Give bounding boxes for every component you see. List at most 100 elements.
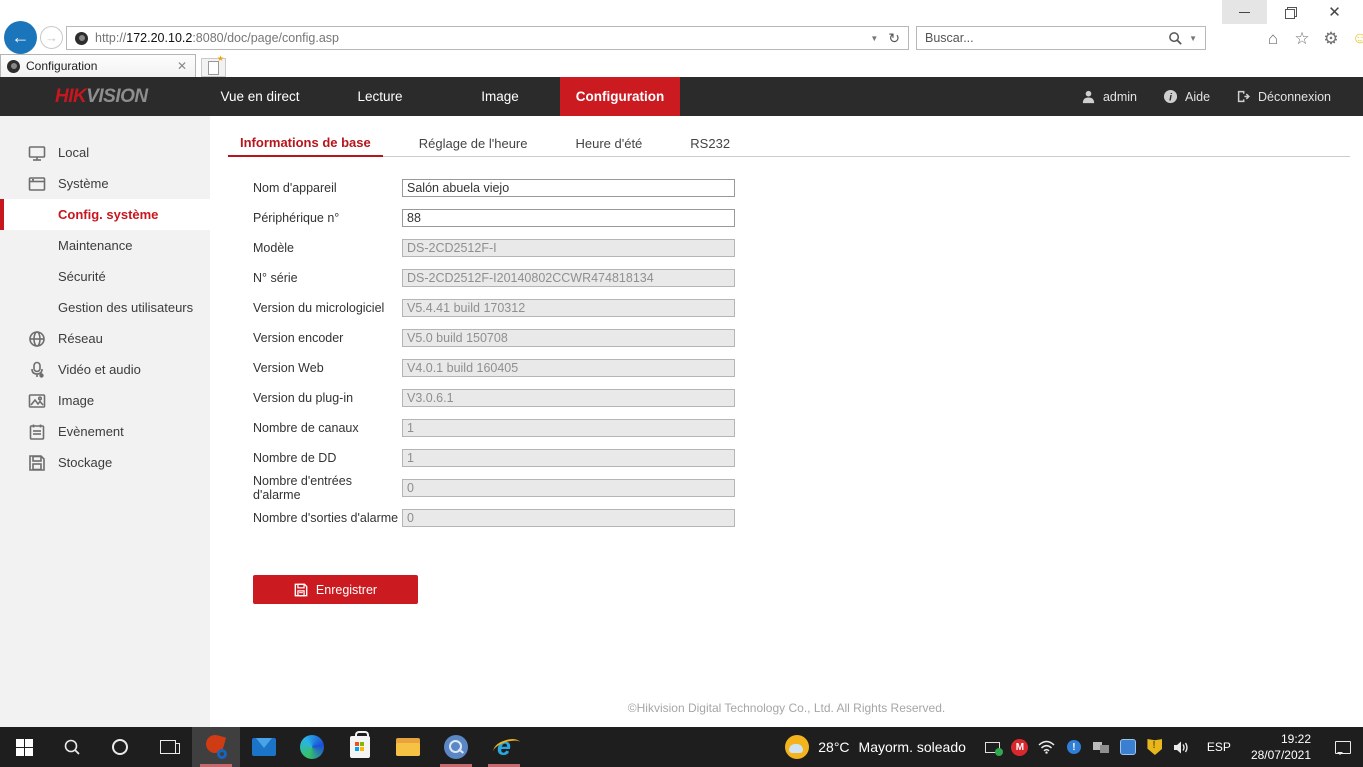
volume-icon[interactable] [1173,738,1191,756]
nav-live-view[interactable]: Vue en direct [200,77,320,116]
action-center-icon [1335,741,1351,754]
clock-time: 19:22 [1281,731,1311,747]
settings-gear-icon[interactable]: ⚙ [1320,29,1342,49]
field-label: Version encoder [253,331,402,345]
browser-tab-configuration[interactable]: Configuration ✕ [0,54,196,77]
sidebar-item-maintenance[interactable]: Maintenance [0,230,210,261]
form-row: Nombre d'sorties d'alarme [253,503,1350,533]
back-button[interactable]: ← [4,21,37,54]
device-name-input[interactable] [402,179,735,197]
favorites-star-icon[interactable]: ☆ [1291,29,1313,49]
search-dropdown-icon[interactable]: ▼ [1189,34,1197,43]
sidebar-item-gestion-utilisateurs[interactable]: Gestion des utilisateurs [0,292,210,323]
taskbar-app-store[interactable] [336,727,384,767]
field-label: Version du micrologiciel [253,301,402,315]
taskbar-clock[interactable]: 19:22 28/07/2021 [1239,727,1323,767]
cortana-button[interactable] [96,727,144,767]
weather-temp: 28°C [818,739,849,755]
window-icon [28,175,46,193]
tab-title: Configuration [26,59,169,73]
taskbar-app-file-explorer[interactable] [384,727,432,767]
field-label: Version Web [253,361,402,375]
search-box[interactable]: ▼ [916,26,1206,50]
mail-icon [252,738,276,756]
image-icon [28,392,46,410]
feedback-smiley-icon[interactable]: ☺ [1349,30,1363,48]
sidebar-item-systeme[interactable]: Système [0,168,210,199]
defender-shield-icon[interactable] [1146,738,1164,756]
cast-device-icon[interactable] [984,738,1002,756]
sidebar-item-local[interactable]: Local [0,137,210,168]
plugin-version-field [402,389,735,407]
search-input[interactable] [917,31,1168,45]
tab-close-icon[interactable]: ✕ [169,59,195,73]
new-tab-button[interactable] [201,58,226,77]
restore-icon [1285,7,1295,17]
taskbar-app-magnifier-tool[interactable] [432,727,480,767]
taskbar-search-button[interactable] [48,727,96,767]
sadp-icon [204,735,228,759]
logout-button[interactable]: Déconnexion [1236,89,1331,104]
microphone-icon [28,361,46,379]
notification-bulb-icon[interactable]: ! [1065,738,1083,756]
field-label: N° série [253,271,402,285]
restore-button[interactable] [1267,0,1312,24]
mega-icon[interactable]: M [1011,738,1029,756]
minimize-icon [1239,12,1250,13]
device-number-input[interactable] [402,209,735,227]
home-icon[interactable]: ⌂ [1262,29,1284,49]
main-nav: Vue en direct Lecture Image Configuratio… [200,77,680,116]
form-row: Version du micrologiciel [253,293,1350,323]
task-view-button[interactable] [144,727,192,767]
save-floppy-icon [294,583,308,597]
help-button[interactable]: i Aide [1163,89,1210,104]
field-label: Nombre de canaux [253,421,402,435]
edge-icon [300,735,324,759]
nav-playback[interactable]: Lecture [320,77,440,116]
site-favicon [75,32,88,45]
info-icon: i [1163,89,1178,104]
nav-image[interactable]: Image [440,77,560,116]
taskbar-weather[interactable]: 28°CMayorm. soleado [775,727,976,767]
taskbar-app-internet-explorer[interactable]: e [480,727,528,767]
url-dropdown-icon[interactable]: ▼ [870,34,878,43]
globe-icon [28,330,46,348]
tab-heure-ete[interactable]: Heure d'été [563,130,654,156]
form-row: Modèle [253,233,1350,263]
sidebar-item-securite[interactable]: Sécurité [0,261,210,292]
forward-button[interactable]: → [40,26,63,49]
sidebar-item-reseau[interactable]: Réseau [0,323,210,354]
tab-rs232[interactable]: RS232 [678,130,742,156]
start-button[interactable] [0,727,48,767]
form-row: Version Web [253,353,1350,383]
taskbar-app-edge[interactable] [288,727,336,767]
taskbar: e 28°CMayorm. soleado M ! ESP 19:22 28/0… [0,727,1363,767]
sidebar-item-config-systeme[interactable]: Config. système [0,199,210,230]
nav-configuration[interactable]: Configuration [560,77,680,116]
tab-reglage-heure[interactable]: Réglage de l'heure [407,130,540,156]
address-bar[interactable]: http://172.20.10.2:8080/doc/page/config.… [66,26,909,50]
wifi-icon[interactable] [1038,738,1056,756]
sidebar-item-video-audio[interactable]: Vidéo et audio [0,354,210,385]
ivms-app-icon[interactable] [1119,738,1137,756]
taskbar-app-sadp[interactable] [192,727,240,767]
minimize-button[interactable] [1222,0,1267,24]
language-indicator[interactable]: ESP [1199,727,1239,767]
alarm-output-count-field [402,509,735,527]
sidebar-item-evenement[interactable]: Evènement [0,416,210,447]
sidebar-item-image[interactable]: Image [0,385,210,416]
search-icon[interactable] [1168,31,1183,46]
save-label: Enregistrer [316,583,377,597]
url-text[interactable]: http://172.20.10.2:8080/doc/page/config.… [95,31,862,45]
display-settings-icon[interactable] [1092,738,1110,756]
store-icon [350,736,370,758]
tab-favicon [7,60,20,73]
save-button[interactable]: Enregistrer [253,575,418,604]
action-center-button[interactable] [1323,727,1363,767]
close-button[interactable]: ✕ [1312,0,1357,24]
taskbar-app-mail[interactable] [240,727,288,767]
tab-informations-de-base[interactable]: Informations de base [228,130,383,157]
user-menu[interactable]: admin [1081,89,1137,104]
sidebar-item-stockage[interactable]: Stockage [0,447,210,478]
refresh-icon[interactable]: ↻ [888,30,900,47]
